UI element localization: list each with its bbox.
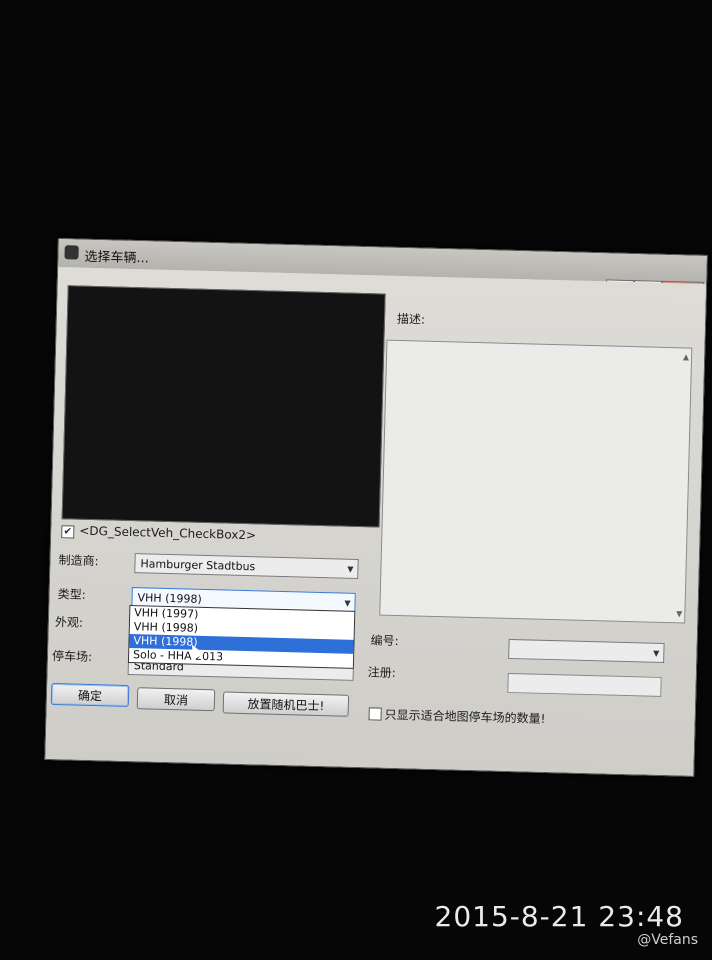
- preview-checkbox[interactable]: ✔: [61, 525, 75, 539]
- description-label: 描述:: [396, 311, 426, 327]
- filter-checkbox-label: 只显示适合地图停车场的数量!: [384, 707, 546, 726]
- number-select[interactable]: ▼: [508, 638, 665, 664]
- chevron-down-icon: ▼: [347, 564, 354, 574]
- description-box[interactable]: ▲ ▼: [379, 339, 693, 624]
- manufacturer-select[interactable]: Hamburger Stadtbus ▼: [134, 553, 359, 579]
- window-title: 选择车辆...: [84, 249, 150, 267]
- type-dropdown-list[interactable]: VHH (1997) VHH (1998) VHH (1998) Solo - …: [127, 604, 356, 669]
- ok-button[interactable]: 确定: [50, 682, 130, 708]
- photo-watermark: @Vefans: [637, 932, 698, 948]
- cancel-button[interactable]: 取消: [136, 687, 216, 712]
- number-label: 编号:: [370, 633, 399, 649]
- select-vehicle-dialog: 选择车辆... ▁ □ ✕ ✔ <DG_SelectVeh_CheckBox2>…: [44, 238, 708, 777]
- dialog-body: ✔ <DG_SelectVeh_CheckBox2> 制造商: Hamburge…: [45, 267, 707, 776]
- photo-timestamp: 2015-8-21 23:48: [434, 900, 684, 933]
- preview-checkbox-label: <DG_SelectVeh_CheckBox2>: [79, 523, 257, 543]
- registration-label: 注册:: [367, 665, 396, 680]
- manufacturer-value: Hamburger Stadtbus: [140, 557, 256, 574]
- app-icon: [64, 245, 79, 260]
- scroll-down-icon[interactable]: ▼: [676, 609, 682, 618]
- random-bus-button[interactable]: 放置随机巴士!: [222, 691, 350, 717]
- type-value: VHH (1998): [137, 591, 202, 606]
- vehicle-preview: [61, 285, 386, 528]
- appearance-label: 外观:: [54, 615, 84, 630]
- filter-checkbox[interactable]: [368, 707, 382, 721]
- type-label: 类型:: [57, 587, 86, 602]
- chevron-down-icon: ▼: [653, 648, 660, 658]
- depot-label: 停车场:: [51, 648, 93, 665]
- scroll-up-icon[interactable]: ▲: [683, 352, 689, 361]
- manufacturer-label: 制造商:: [58, 553, 99, 569]
- registration-input[interactable]: [507, 672, 662, 697]
